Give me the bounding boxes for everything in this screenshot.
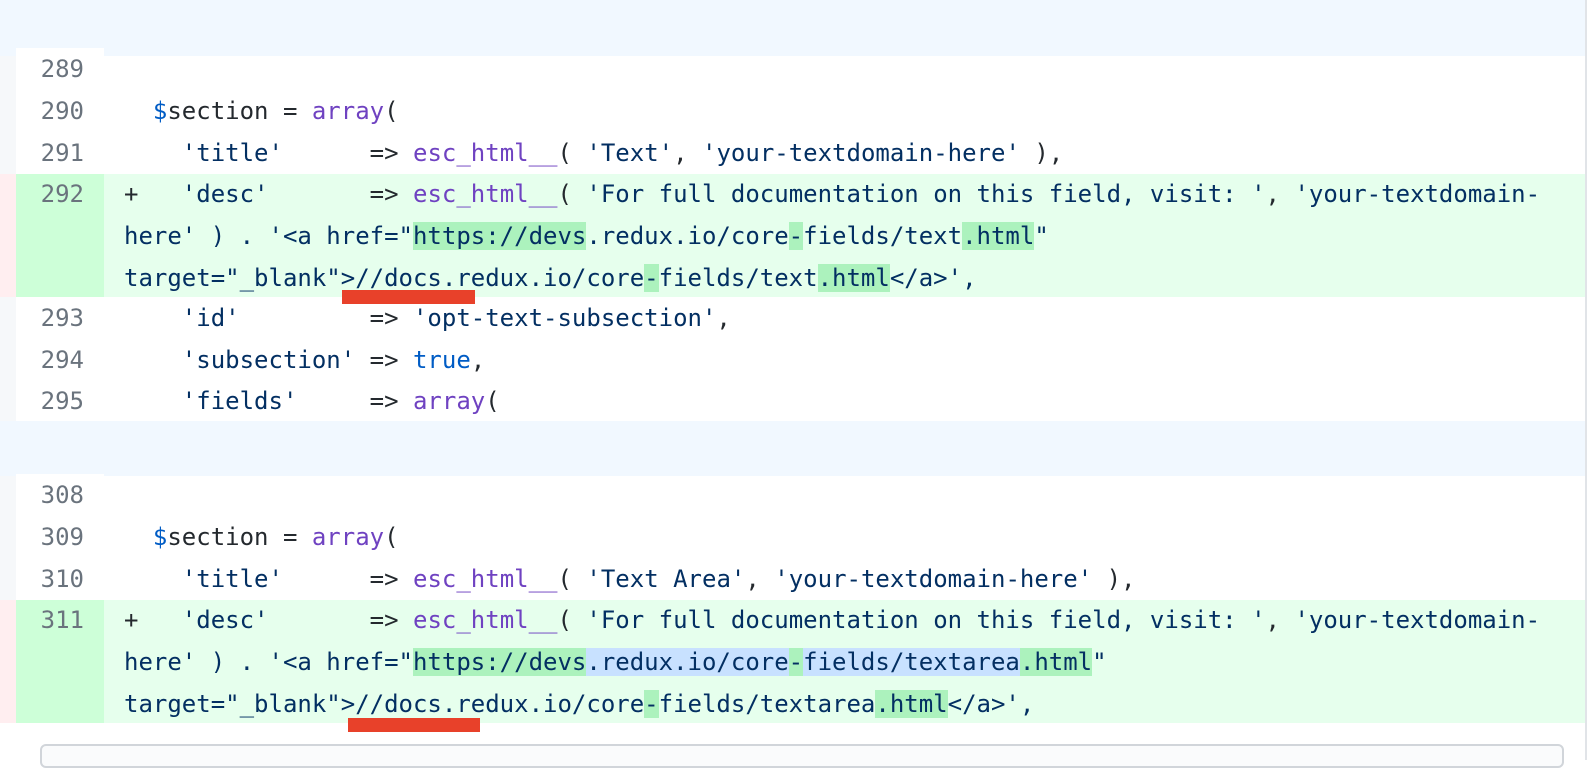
code-text: 'title' => esc_html__( 'Text', 'your-tex… <box>181 139 1064 167</box>
hunk-expander-middle[interactable] <box>0 421 1585 476</box>
line-number[interactable]: 309 <box>16 516 104 558</box>
diff-line: 293 'id' => 'opt-text-subsection', <box>0 297 1585 339</box>
line-number[interactable]: 290 <box>16 90 104 132</box>
comment-box-edge[interactable] <box>40 744 1564 768</box>
diff-line: 310 'title' => esc_html__( 'Text Area', … <box>0 558 1585 600</box>
line-number[interactable]: 289 <box>16 48 104 90</box>
line-number[interactable]: 310 <box>16 558 104 600</box>
diff-border <box>1585 0 1587 760</box>
diff-line: 289 <box>0 48 1585 90</box>
diff-line-added: 292 + 'desc' => esc_html__( 'For full do… <box>0 174 1585 297</box>
red-underline-annotation <box>348 718 480 732</box>
line-number[interactable]: 308 <box>16 474 104 516</box>
line-number[interactable]: 295 <box>16 380 104 422</box>
line-number[interactable]: 311 <box>16 600 104 723</box>
line-number[interactable]: 292 <box>16 174 104 297</box>
diff-line: 290 $section = array( <box>0 90 1585 132</box>
code-text: 'fields' => array( <box>181 387 500 415</box>
diff-line: 291 'title' => esc_html__( 'Text', 'your… <box>0 132 1585 174</box>
code-text: + 'desc' => esc_html__( 'For full docume… <box>104 174 1585 297</box>
gutter-strip <box>0 174 16 297</box>
diff-line: 295 'fields' => array( <box>0 380 1585 422</box>
code-text: 'subsection' => true, <box>181 346 486 374</box>
code-text: 'id' => 'opt-text-subsection', <box>181 304 731 332</box>
diff-view: 289 290 $section = array( 291 'title' =>… <box>0 0 1596 768</box>
gutter-strip <box>0 600 16 723</box>
line-number[interactable]: 291 <box>16 132 104 174</box>
diff-line: 308 <box>0 474 1585 516</box>
code-text: 'title' => esc_html__( 'Text Area', 'you… <box>181 565 1136 593</box>
diff-line-added: 311 + 'desc' => esc_html__( 'For full do… <box>0 600 1585 723</box>
line-number[interactable]: 293 <box>16 297 104 339</box>
diff-line: 294 'subsection' => true, <box>0 339 1585 381</box>
line-number[interactable]: 294 <box>16 339 104 381</box>
code-text: $section = array( <box>152 523 399 551</box>
code-text: + 'desc' => esc_html__( 'For full docume… <box>104 600 1585 723</box>
code-text: $section = array( <box>152 97 399 125</box>
diff-line: 309 $section = array( <box>0 516 1585 558</box>
